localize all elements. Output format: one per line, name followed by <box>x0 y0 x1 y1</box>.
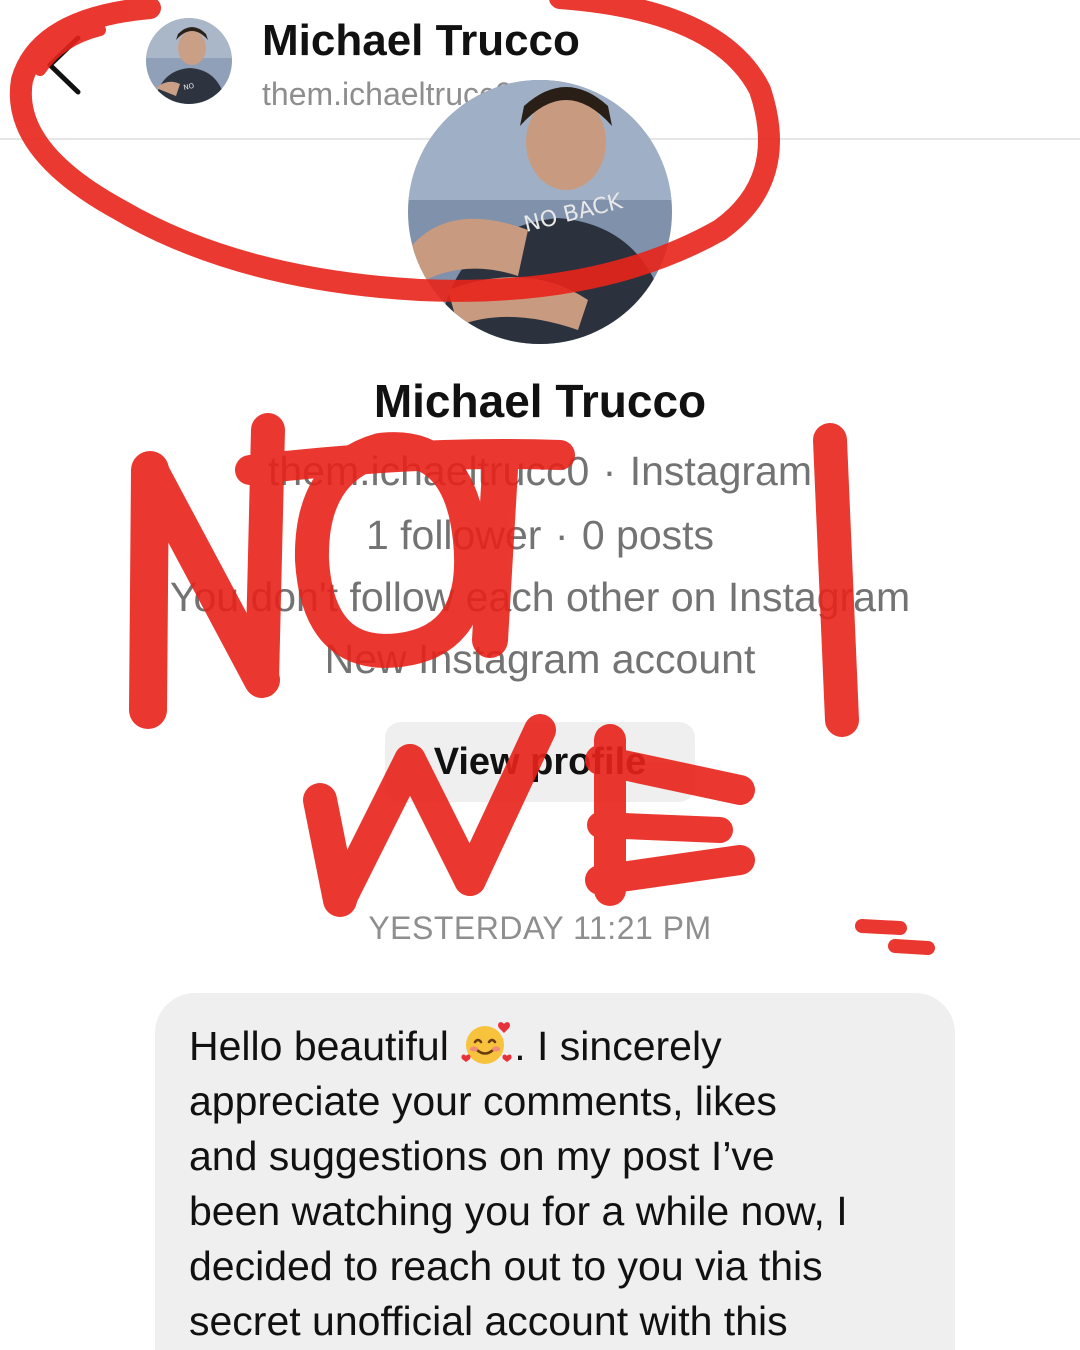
profile-display-name: Michael Trucco <box>373 375 707 427</box>
profile-photo: NO <box>146 18 232 104</box>
message-text: Hello beautiful . I sincerely appreciate… <box>189 1019 921 1349</box>
message-text-start: Hello beautiful <box>189 1023 461 1069</box>
profile-username-line: them.ichaeltrucc0 · Instagram <box>267 448 813 494</box>
profile-avatar-large[interactable]: NO BACK <box>408 80 672 344</box>
view-profile-button[interactable]: View profile <box>385 722 695 802</box>
smiling-face-with-hearts-icon <box>460 1020 514 1066</box>
profile-stats-line: 1 follower · 0 posts <box>365 512 715 558</box>
post-count: 0 posts <box>581 512 715 558</box>
account-note: New Instagram account <box>324 636 756 682</box>
back-button[interactable] <box>38 30 98 100</box>
profile-username: them.ichaeltrucc0 <box>267 448 590 494</box>
dm-screen: NO Michael Trucco them.ichaeltrucc0 NO B… <box>0 0 1080 1350</box>
profile-photo-large: NO BACK <box>408 80 672 344</box>
message-bubble[interactable]: Hello beautiful . I sincerely appreciate… <box>155 993 955 1350</box>
follow-status: You don't follow each other on Instagram <box>169 574 911 620</box>
message-timestamp: YESTERDAY 11:21 PM <box>368 910 712 946</box>
follower-count: 1 follower <box>365 512 542 558</box>
message-text-rest: . I sincerely appreciate your comments, … <box>189 1023 848 1344</box>
chevron-left-icon <box>47 35 81 95</box>
profile-platform: Instagram <box>629 448 813 494</box>
avatar[interactable]: NO <box>146 18 232 104</box>
header-display-name[interactable]: Michael Trucco <box>262 16 580 66</box>
